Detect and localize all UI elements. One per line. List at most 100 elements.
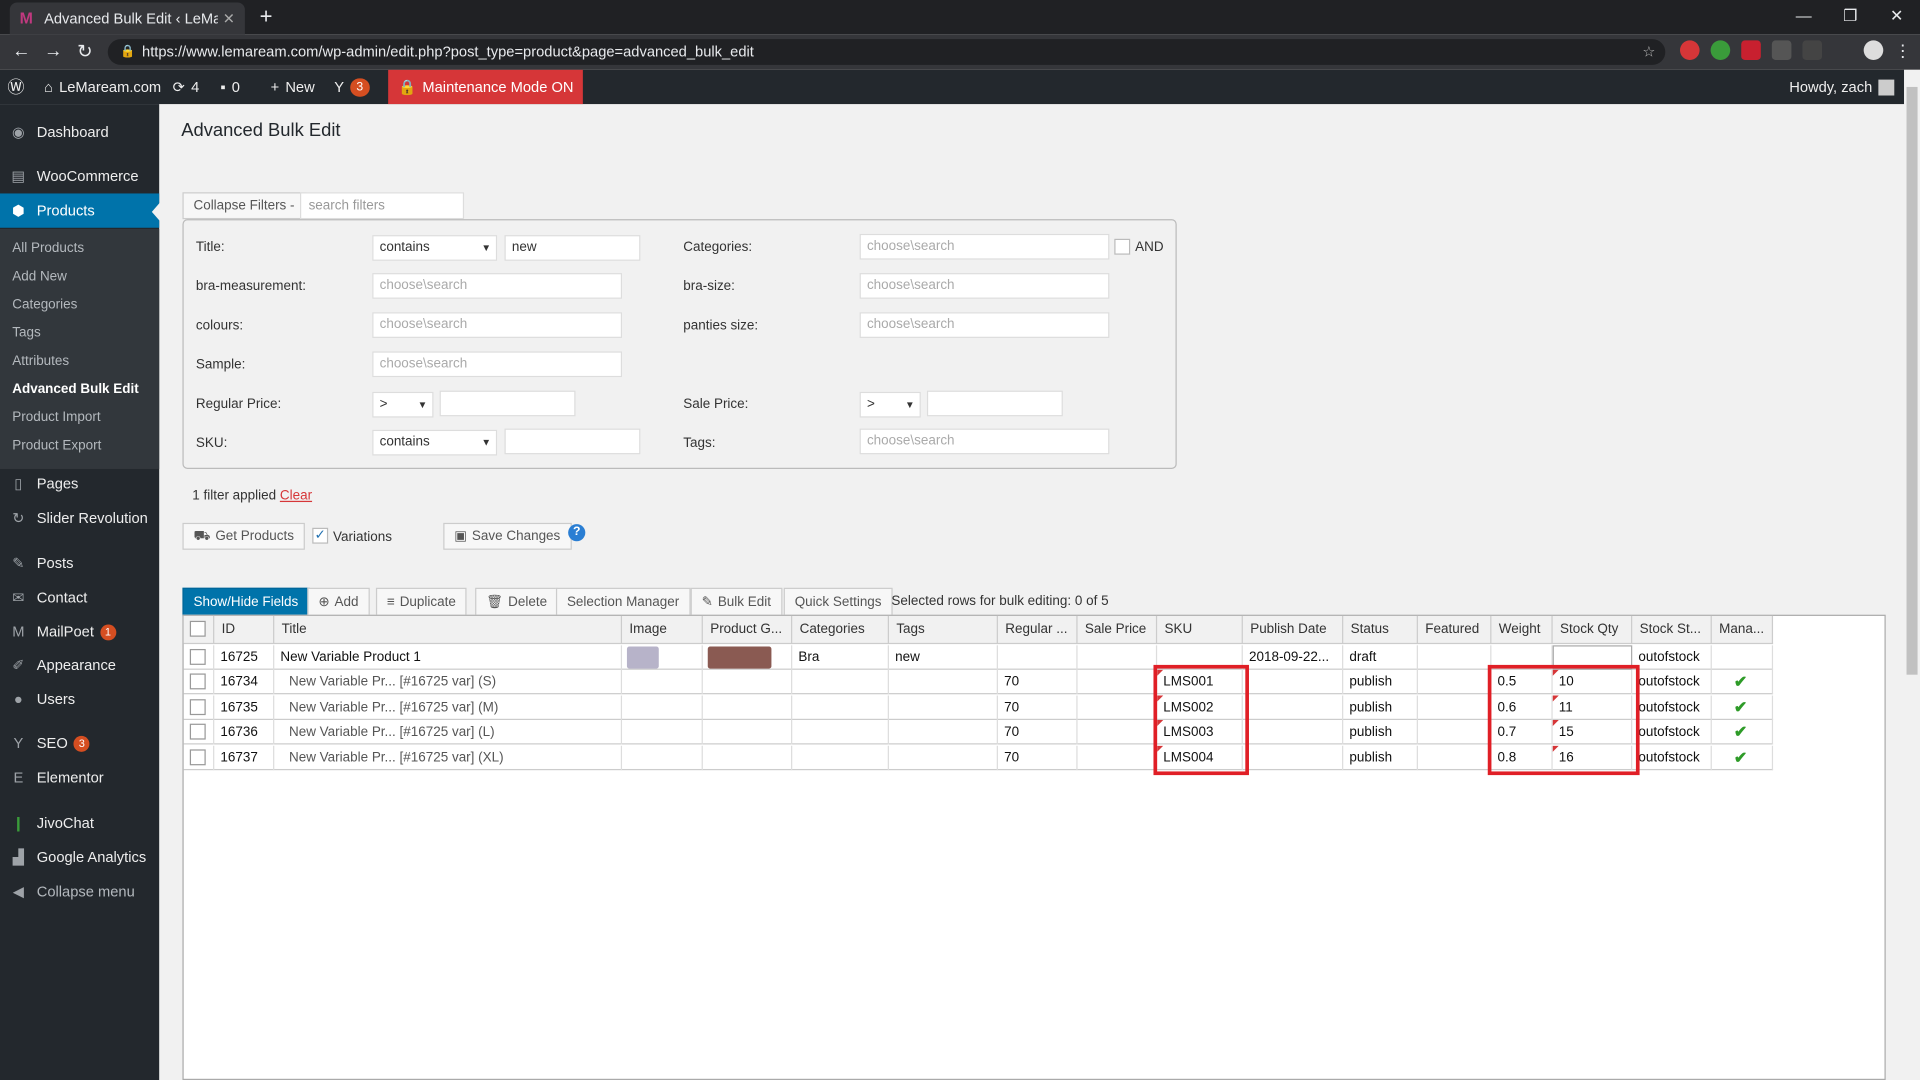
- sale-price-cell[interactable]: [1078, 669, 1158, 695]
- id-cell[interactable]: 16735: [214, 695, 275, 721]
- new-content-link[interactable]: + New: [271, 70, 315, 104]
- minimize-icon[interactable]: —: [1780, 0, 1827, 34]
- menu-woocommerce[interactable]: ▤ WooCommerce: [0, 159, 159, 193]
- manage-stock-cell[interactable]: [1712, 645, 1774, 670]
- column-header[interactable]: Stock St...: [1632, 615, 1712, 645]
- menu-dashboard[interactable]: ◉ Dashboard: [0, 115, 159, 149]
- image-cell[interactable]: [622, 645, 703, 670]
- menu-posts[interactable]: ✎ Posts: [0, 546, 159, 580]
- extension-icon[interactable]: [1802, 40, 1823, 61]
- manage-stock-cell[interactable]: ✔: [1712, 669, 1774, 695]
- get-products-button[interactable]: ⛟ Get Products: [182, 522, 305, 550]
- featured-cell[interactable]: [1418, 645, 1492, 670]
- submenu-add-new[interactable]: Add New: [12, 269, 67, 284]
- bookmark-star-icon[interactable]: ☆: [1642, 39, 1655, 65]
- site-name-link[interactable]: ⌂ LeMaream.com: [44, 70, 161, 104]
- title-cell[interactable]: New Variable Pr... [#16725 var] (XL): [274, 745, 623, 771]
- categories-cell[interactable]: [792, 720, 889, 745]
- page-scrollbar[interactable]: [1904, 69, 1920, 1080]
- featured-cell[interactable]: [1418, 720, 1492, 745]
- tags-cell[interactable]: [889, 745, 998, 771]
- tags-cell[interactable]: [889, 695, 998, 721]
- image-cell[interactable]: [622, 745, 703, 771]
- regular-price-cell[interactable]: [998, 645, 1078, 670]
- status-cell[interactable]: publish: [1343, 669, 1418, 695]
- selection-manager-button[interactable]: Selection Manager: [555, 587, 691, 616]
- sku-filter-input[interactable]: [504, 428, 641, 455]
- bra-size-input[interactable]: choose\search: [859, 273, 1110, 299]
- submenu-categories[interactable]: Categories: [12, 298, 77, 313]
- menu-jivochat[interactable]: ❙ JivoChat: [0, 806, 159, 840]
- column-header[interactable]: Regular ...: [998, 615, 1078, 645]
- manage-stock-cell[interactable]: ✔: [1712, 720, 1774, 745]
- title-cell[interactable]: New Variable Product 1: [274, 645, 623, 670]
- close-tab-icon[interactable]: ✕: [223, 10, 235, 27]
- gallery-cell[interactable]: [703, 720, 793, 745]
- submenu-product-export[interactable]: Product Export: [12, 438, 101, 453]
- sale-price-cell[interactable]: [1078, 695, 1158, 721]
- add-button[interactable]: ⊕ Add: [307, 587, 370, 616]
- extension-icon[interactable]: [1741, 40, 1761, 61]
- column-header[interactable]: Stock Qty: [1553, 615, 1633, 645]
- row-select-cell[interactable]: [184, 745, 215, 771]
- submenu-all-products[interactable]: All Products: [12, 241, 84, 256]
- show-hide-fields-button[interactable]: Show/Hide Fields: [182, 587, 310, 616]
- id-cell[interactable]: 16725: [214, 645, 275, 670]
- publish-date-cell[interactable]: 2018-09-22...: [1243, 645, 1344, 670]
- submenu-tags[interactable]: Tags: [12, 326, 40, 341]
- submenu-product-import[interactable]: Product Import: [12, 410, 100, 425]
- column-header[interactable]: SKU: [1157, 615, 1243, 645]
- title-cell[interactable]: New Variable Pr... [#16725 var] (S): [274, 669, 623, 695]
- duplicate-button[interactable]: ≡ Duplicate: [375, 587, 467, 616]
- id-cell[interactable]: 16734: [214, 669, 275, 695]
- quick-settings-button[interactable]: Quick Settings: [783, 587, 893, 616]
- maintenance-mode-badge[interactable]: 🔒 Maintenance Mode ON: [388, 69, 584, 105]
- tags-cell[interactable]: [889, 720, 998, 745]
- scrollbar-thumb[interactable]: [1906, 86, 1918, 675]
- tags-cell[interactable]: [889, 669, 998, 695]
- publish-date-cell[interactable]: [1243, 669, 1344, 695]
- categories-cell[interactable]: [792, 669, 889, 695]
- row-select-cell[interactable]: [184, 695, 215, 721]
- sale-price-cell[interactable]: [1078, 745, 1158, 771]
- column-header[interactable]: Categories: [792, 615, 889, 645]
- menu-appearance[interactable]: ✐ Appearance: [0, 648, 159, 682]
- select-all-checkbox[interactable]: [189, 620, 206, 637]
- row-checkbox[interactable]: [189, 673, 206, 690]
- categories-cell[interactable]: [792, 695, 889, 721]
- back-icon[interactable]: ←: [12, 40, 30, 61]
- stock-status-cell[interactable]: outofstock: [1632, 745, 1712, 771]
- publish-date-cell[interactable]: [1243, 720, 1344, 745]
- regular-price-input[interactable]: [439, 390, 576, 417]
- gallery-cell[interactable]: [703, 695, 793, 721]
- publish-date-cell[interactable]: [1243, 695, 1344, 721]
- featured-cell[interactable]: [1418, 669, 1492, 695]
- column-header[interactable]: Tags: [889, 615, 998, 645]
- publish-date-cell[interactable]: [1243, 745, 1344, 771]
- gallery-cell[interactable]: [703, 745, 793, 771]
- sku-operator-select[interactable]: contains ▼: [372, 429, 498, 456]
- column-header[interactable]: Title: [274, 615, 623, 645]
- stock-status-cell[interactable]: outofstock: [1632, 645, 1712, 670]
- menu-contact[interactable]: ✉ Contact: [0, 580, 159, 614]
- row-checkbox[interactable]: [189, 699, 206, 716]
- column-header[interactable]: Status: [1343, 615, 1418, 645]
- menu-products[interactable]: ⬢ Products: [0, 193, 160, 228]
- column-header[interactable]: Product G...: [703, 615, 793, 645]
- menu-mailpoet[interactable]: M MailPoet 1: [0, 615, 159, 649]
- regular-price-cell[interactable]: 70: [998, 745, 1078, 771]
- regular-price-cell[interactable]: 70: [998, 669, 1078, 695]
- extension-icon[interactable]: [1680, 40, 1700, 61]
- reload-icon[interactable]: ↻: [77, 40, 92, 63]
- colours-input[interactable]: choose\search: [372, 312, 623, 338]
- title-operator-select[interactable]: contains ▼: [372, 235, 498, 261]
- regular-price-cell[interactable]: 70: [998, 720, 1078, 745]
- image-cell[interactable]: [622, 720, 703, 745]
- title-cell[interactable]: New Variable Pr... [#16725 var] (M): [274, 695, 623, 721]
- account-menu[interactable]: Howdy, zach: [1789, 70, 1895, 104]
- menu-collapse[interactable]: ◀ Collapse menu: [0, 874, 159, 908]
- row-checkbox[interactable]: [189, 648, 206, 665]
- regular-price-operator-select[interactable]: > ▼: [372, 391, 434, 418]
- submenu-advanced-bulk-edit[interactable]: Advanced Bulk Edit: [12, 382, 138, 397]
- column-header[interactable]: Image: [622, 615, 703, 645]
